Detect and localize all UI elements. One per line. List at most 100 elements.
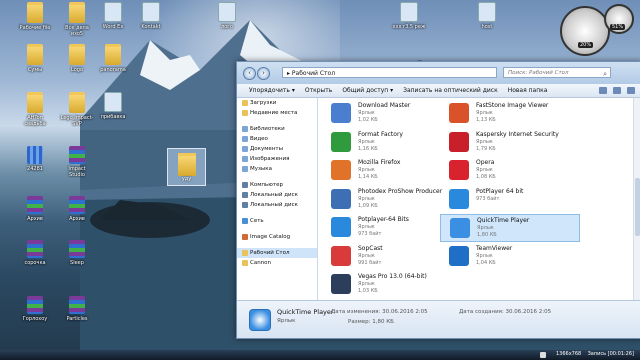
burn-disc-button[interactable]: Записать на оптический диск xyxy=(403,87,498,94)
file-size: 1,16 КБ xyxy=(358,145,378,152)
desktop-icon[interactable]: Все дела изо5 xyxy=(60,2,94,37)
details-created: Дата создания: 30.06.2016 2:05 xyxy=(459,309,552,315)
cpu-meter-gadget[interactable]: 20% 51% xyxy=(558,2,634,58)
nav-pane-item[interactable]: Библиотеки xyxy=(237,124,317,134)
desktop-icon[interactable]: 24281 xyxy=(18,146,52,172)
forward-button[interactable]: › xyxy=(257,67,270,80)
file-name: Potplayer-64 Bits xyxy=(358,216,409,223)
library-icon xyxy=(242,156,248,162)
dragged-folder[interactable]: уду xyxy=(167,148,206,186)
nav-pane-label: Локальный диск xyxy=(250,202,298,208)
desktop-icon[interactable]: Sleep xyxy=(60,240,94,266)
nav-pane-item[interactable]: Локальный диск xyxy=(237,190,317,200)
help-icon[interactable] xyxy=(627,87,635,94)
file-name: TeamViewer xyxy=(476,244,513,252)
nav-pane-item[interactable]: Компьютер xyxy=(237,180,317,190)
file-name: Photodex ProShow Producer xyxy=(358,187,443,195)
desktop-icon[interactable]: прибавка xyxy=(96,92,130,120)
view-options-icon[interactable] xyxy=(599,87,607,94)
file-size: 973 байт xyxy=(358,231,382,237)
scroll-thumb[interactable] xyxy=(635,178,640,236)
file-size: 1,04 КБ xyxy=(476,259,496,266)
shortcut-icon xyxy=(478,2,496,22)
desktop-icon-label: Lego Impact-SVP xyxy=(60,115,94,127)
desktop-icon[interactable]: Горлохоу xyxy=(18,296,52,322)
file-item[interactable]: PotPlayer 64 bit 973 байт xyxy=(440,186,580,214)
shortcut-icon xyxy=(449,245,469,266)
nav-pane-label: Локальный диск xyxy=(250,192,298,198)
archive-icon xyxy=(69,196,85,214)
desktop-icon-label: лого xyxy=(221,24,233,30)
nav-pane-item[interactable]: Видео xyxy=(237,134,317,144)
desktop-icon[interactable]: xxx r3.5 реж xyxy=(392,2,426,30)
file-item[interactable]: Opera Ярлык 1,08 КБ xyxy=(440,157,580,185)
file-item[interactable]: FastStone Image Viewer Ярлык 1,13 КБ xyxy=(440,100,580,128)
desktop-icon[interactable]: Сумы xyxy=(18,44,52,73)
search-input[interactable]: Поиск: Рабочий Стол ⌕ xyxy=(503,67,611,78)
folder-icon xyxy=(105,44,121,65)
file-type: Ярлык xyxy=(358,167,375,173)
nav-pane-item[interactable]: Музыка xyxy=(237,164,317,174)
desktop-icon[interactable]: сорочка xyxy=(18,240,52,266)
file-size: 1,14 КБ xyxy=(358,174,378,180)
share-button[interactable]: Общий доступ ▾ xyxy=(342,87,393,94)
desktop-icon-label: Горлохоу xyxy=(22,316,48,322)
desktop-icon[interactable]: Particles xyxy=(60,296,94,322)
shortcut-icon xyxy=(218,2,236,22)
nav-pane-item[interactable]: Image Catalog xyxy=(237,232,317,242)
desktop-icon[interactable]: panorama xyxy=(96,44,130,73)
desktop-icon[interactable]: Word Ex xyxy=(96,2,130,30)
nav-pane-label: Компьютер xyxy=(250,182,283,188)
folder-icon xyxy=(27,44,43,65)
nav-pane-label: Недавние места xyxy=(250,110,298,116)
record-icon[interactable] xyxy=(540,352,546,358)
shortcut-icon xyxy=(331,188,351,209)
desktop-icon[interactable]: лого xyxy=(210,2,244,30)
desktop-icon[interactable]: Kontakt xyxy=(134,2,168,30)
shortcut-icon xyxy=(331,160,351,180)
address-bar[interactable]: ▸ Рабочий Стол xyxy=(282,67,497,78)
nav-pane-item[interactable]: Локальный диск xyxy=(237,200,317,210)
desktop-icon[interactable]: Рабочие file xyxy=(18,2,52,31)
desktop-icon-label: прибавка xyxy=(100,114,126,120)
desktop-icon[interactable]: Impact Studio xyxy=(60,146,94,178)
file-item[interactable]: Kaspersky Internet Security Ярлык 1,79 КБ xyxy=(440,129,580,157)
nav-pane-item[interactable]: Сеть xyxy=(237,216,317,226)
new-folder-button[interactable]: Новая папка xyxy=(508,87,548,94)
file-item[interactable]: Vegas Pro 13.0 (64-bit) Ярлык 1,03 КБ xyxy=(322,271,462,299)
folder-icon xyxy=(242,250,248,256)
desktop-icon-label: Impact Studio xyxy=(68,166,86,178)
file-type: Ярлык xyxy=(358,252,375,259)
back-button[interactable]: ‹ xyxy=(243,67,256,80)
desktop-icon[interactable]: Lego Impact-SVP xyxy=(60,92,94,127)
file-item[interactable]: QuickTime Player Ярлык 1,80 КБ xyxy=(440,214,580,242)
explorer-window: ‹ › ▸ Рабочий Стол Поиск: Рабочий Стол ⌕… xyxy=(236,61,640,339)
file-name: FastStone Image Viewer xyxy=(476,102,549,109)
desktop-icon[interactable]: Архив xyxy=(18,196,52,222)
shortcut-icon xyxy=(450,218,470,238)
file-size: 991 байт xyxy=(358,259,382,266)
folder-icon xyxy=(69,44,85,65)
file-size: 1,08 КБ xyxy=(476,174,496,180)
desktop-icon[interactable]: host xyxy=(470,2,504,30)
file-type: Ярлык xyxy=(477,225,494,231)
nav-pane-item[interactable]: Недавние места xyxy=(237,108,317,118)
shortcut-icon xyxy=(331,131,351,152)
desktop-icon[interactable]: AHTon свадьба xyxy=(18,92,52,127)
open-button[interactable]: Открыть xyxy=(305,87,332,94)
preview-pane-icon[interactable] xyxy=(613,87,621,94)
desktop-icon-label: Logo xyxy=(71,67,83,73)
organize-button[interactable]: Упорядочить ▾ xyxy=(249,87,295,94)
folder-icon xyxy=(242,100,248,106)
nav-pane-item[interactable]: Загрузки xyxy=(237,98,317,108)
file-list-scrollbar[interactable] xyxy=(633,98,640,301)
nav-pane-item[interactable]: Cannon xyxy=(237,258,317,268)
file-item[interactable]: TeamViewer Ярлык 1,04 КБ xyxy=(440,243,580,271)
shortcut-icon xyxy=(449,131,469,152)
desktop-icon[interactable]: Logo xyxy=(60,44,94,73)
desktop-icon[interactable]: Архив xyxy=(60,196,94,222)
nav-pane-item[interactable]: Рабочий Стол xyxy=(237,248,317,258)
nav-pane-item[interactable]: Документы xyxy=(237,144,317,154)
nav-pane-item[interactable]: Изображения xyxy=(237,154,317,164)
details-modified: Дата изменения: 30.06.2016 2:05 xyxy=(331,309,428,315)
